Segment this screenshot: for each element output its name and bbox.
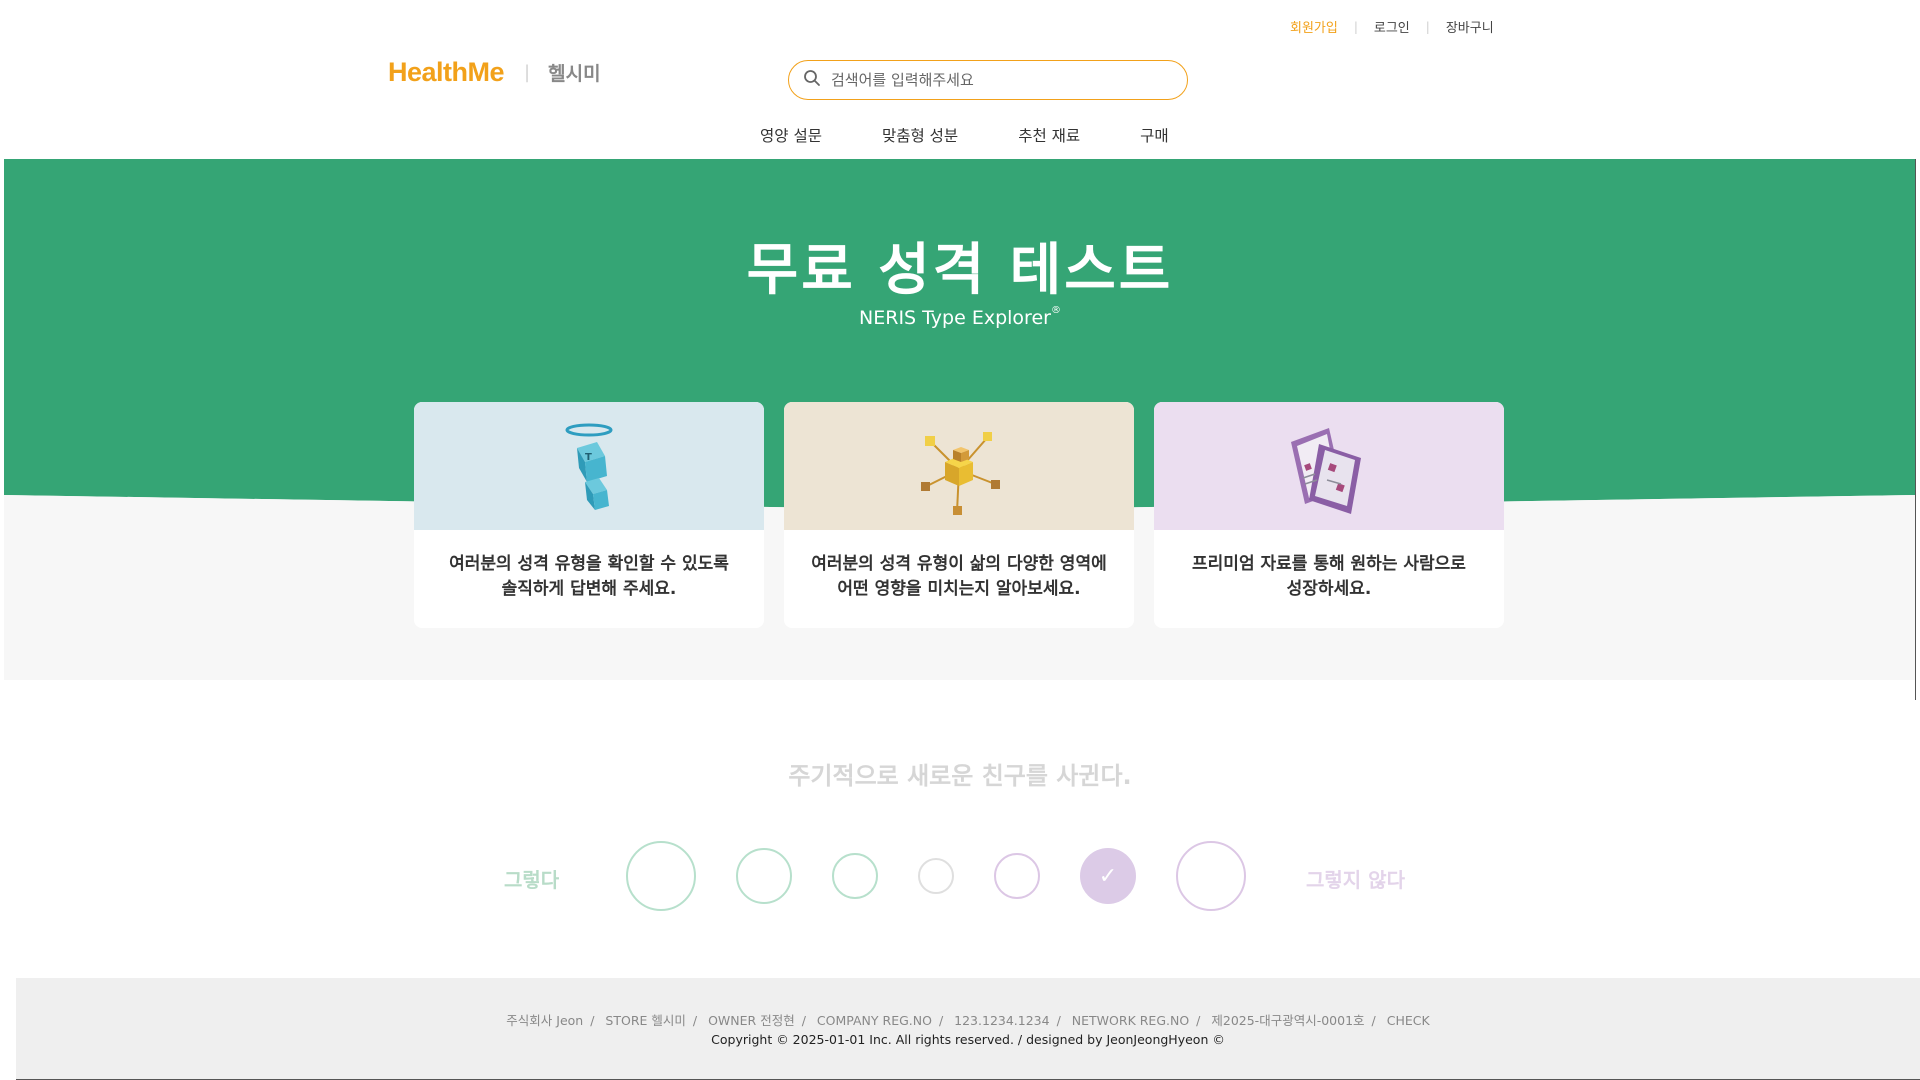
footer-reg-label: COMPANY REG.NO xyxy=(816,1013,932,1028)
footer-network-no: 제2025-대구광역시-0001호 xyxy=(1211,1013,1365,1028)
answer-option-3[interactable] xyxy=(832,853,878,899)
card-text-line: 여러분의 성격 유형이 삶의 다양한 영역에 xyxy=(811,554,1107,574)
card-text-line: 어떤 영향을 미치는지 알아보세요. xyxy=(837,579,1081,599)
footer-company: 주식회사 Jeon xyxy=(506,1013,584,1028)
logo-divider: | xyxy=(524,62,531,83)
subtitle-text: NERIS Type Explorer xyxy=(859,307,1051,329)
card-illustration-area xyxy=(1154,402,1504,530)
footer-copyright: Copyright © 2025-01-01 Inc. All rights r… xyxy=(711,1032,1225,1047)
card-text: 여러분의 성격 유형이 삶의 다양한 영역에 어떤 영향을 미치는지 알아보세요… xyxy=(784,552,1134,602)
info-card-premium: 프리미엄 자료를 통해 원하는 사람으로 성장하세요. xyxy=(1154,402,1504,628)
footer-check-link[interactable]: CHECK xyxy=(1387,1013,1430,1028)
nav-custom-ingredients[interactable]: 맞춤형 성분 xyxy=(882,124,958,146)
hero-subtitle: NERIS Type Explorer® xyxy=(0,305,1920,329)
search-input[interactable] xyxy=(831,71,1151,89)
brand-name: HealthMe xyxy=(388,57,505,87)
answer-option-2[interactable] xyxy=(736,848,792,904)
question-text: 주기적으로 새로운 친구를 사귄다. xyxy=(788,762,1132,790)
card-text: 여러분의 성격 유형을 확인할 수 있도록 솔직하게 답변해 주세요. xyxy=(414,552,764,602)
gold-cube-network-icon xyxy=(921,432,1000,515)
card-text-line: 성장하세요. xyxy=(1286,579,1372,599)
info-card-honest-answers: T 여러분의 성격 유형을 확인할 수 있도록 솔직하게 답변해 주세요. xyxy=(414,402,764,628)
card-text-line: 프리미엄 자료를 통해 원하는 사람으로 xyxy=(1192,554,1466,574)
card-text: 프리미엄 자료를 통해 원하는 사람으로 성장하세요. xyxy=(1154,552,1504,602)
nav-purchase[interactable]: 구매 xyxy=(1140,124,1169,146)
answer-option-7[interactable] xyxy=(1176,841,1246,911)
hero-title: 무료 성격 테스트 xyxy=(746,238,1174,303)
registered-mark: ® xyxy=(1050,305,1061,316)
footer-reg-no: 123.1234.1234 xyxy=(954,1013,1050,1028)
nav-nutrition-survey[interactable]: 영양 설문 xyxy=(760,124,822,146)
footer: 주식회사 Jeon / STORE 헬시미 / OWNER 전정현 / COMPANY… xyxy=(16,978,1920,1080)
brand-name-kor: 헬시미 xyxy=(548,63,601,85)
login-link[interactable]: 로그인 xyxy=(1374,17,1410,36)
purple-documents-icon xyxy=(1291,428,1361,514)
card-text-line: 솔직하게 답변해 주세요. xyxy=(501,579,677,599)
utility-links: 회원가입 | 로그인 | 장바구니 xyxy=(1290,17,1494,37)
disagree-label: 그렇지 않다 xyxy=(1306,868,1405,892)
divider: | xyxy=(1353,19,1358,34)
check-icon: ✓ xyxy=(1098,863,1118,889)
card-text-line: 여러분의 성격 유형을 확인할 수 있도록 xyxy=(449,554,729,574)
signup-link[interactable]: 회원가입 xyxy=(1290,17,1338,36)
search-icon[interactable] xyxy=(803,69,821,91)
answer-option-1[interactable] xyxy=(626,841,696,911)
footer-network-label: NETWORK REG.NO xyxy=(1071,1013,1190,1028)
cart-link[interactable]: 장바구니 xyxy=(1446,17,1494,36)
agree-label: 그렇다 xyxy=(504,868,560,892)
logo[interactable]: HealthMe | 헬시미 xyxy=(388,57,601,88)
answer-option-6[interactable]: ✓ xyxy=(1080,848,1136,904)
main-nav: 영양 설문 맞춤형 성분 추천 재료 구매 xyxy=(760,124,1229,146)
footer-store: STORE 헬시미 xyxy=(605,1013,686,1028)
answer-scale: 그렇다 ✓ 그렇지 않다 xyxy=(0,840,1920,912)
card-illustration-area xyxy=(784,402,1134,530)
search-box xyxy=(788,60,1188,100)
nav-recommended-ingredients[interactable]: 추천 재료 xyxy=(1018,124,1080,146)
footer-company-info: 주식회사 Jeon / STORE 헬시미 / OWNER 전정현 / COMPANY… xyxy=(506,1013,1430,1028)
svg-text:T: T xyxy=(585,452,592,463)
divider: | xyxy=(1425,19,1430,34)
blue-cube-figure-icon: T xyxy=(565,423,613,510)
answer-option-5[interactable] xyxy=(994,853,1040,899)
info-card-life-areas: 여러분의 성격 유형이 삶의 다양한 영역에 어떤 영향을 미치는지 알아보세요… xyxy=(784,402,1134,628)
footer-owner: OWNER 전정현 xyxy=(708,1013,795,1028)
answer-option-4[interactable] xyxy=(918,858,954,894)
card-illustration-area: T xyxy=(414,402,764,530)
